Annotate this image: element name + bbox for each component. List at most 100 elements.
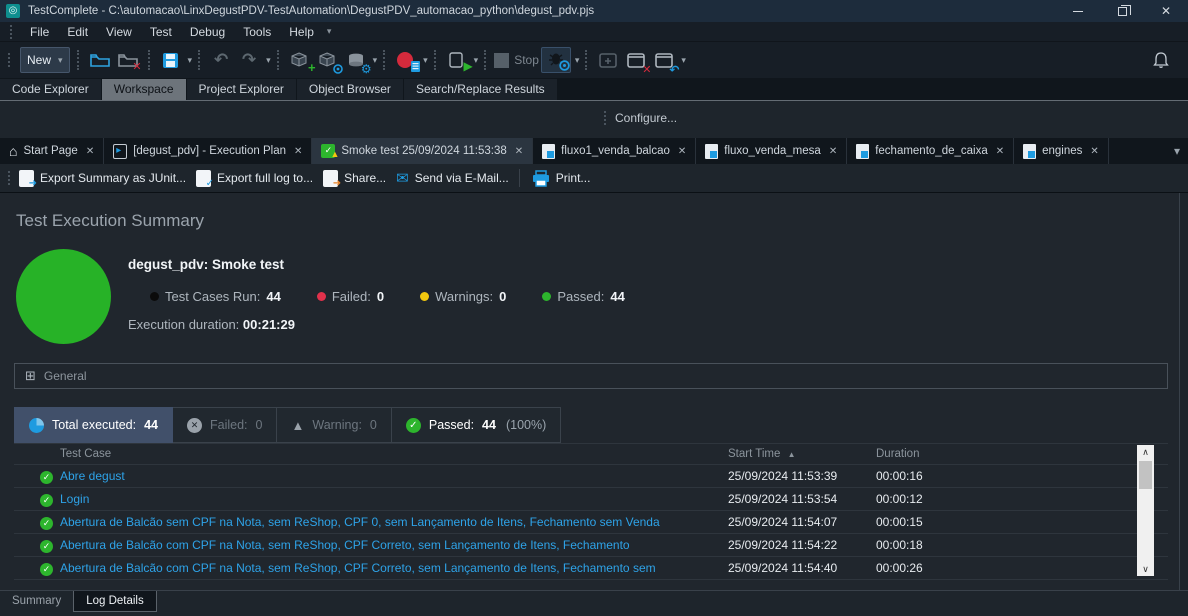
debug-button[interactable]	[541, 47, 571, 73]
test-case-link[interactable]: ✓Login	[14, 492, 728, 506]
new-button-label: New	[27, 53, 51, 67]
menu-edit[interactable]: Edit	[58, 23, 97, 41]
close-icon[interactable]: ✕	[678, 146, 686, 157]
run-doc-icon	[449, 52, 464, 69]
undo-icon: ↶	[669, 63, 679, 77]
column-test-case[interactable]: Test Case	[14, 448, 728, 460]
save-dropdown-caret[interactable]: ▾	[188, 55, 193, 66]
map-object-button[interactable]	[315, 47, 341, 73]
configure-link[interactable]: Configure...	[604, 111, 677, 125]
table-row[interactable]: ✓Abertura de Balcão com CPF na Nota, sem…	[14, 534, 1168, 557]
menu-file[interactable]: File	[21, 23, 58, 41]
filter-tab-total[interactable]: Total executed: 44	[14, 407, 173, 443]
results-dropdown-caret[interactable]: ▾	[423, 55, 428, 66]
column-duration[interactable]: Duration	[876, 448, 1026, 460]
scroll-up-icon[interactable]: ∧	[1142, 445, 1149, 459]
table-row[interactable]: ✓Login 25/09/2024 11:53:54 00:00:12	[14, 488, 1168, 511]
test-case-link[interactable]: ✓Abertura de Balcão com CPF na Nota, sem…	[14, 538, 728, 552]
data-dropdown-caret[interactable]: ▾	[373, 55, 378, 66]
menu-overflow-caret[interactable]: ▾	[323, 26, 336, 37]
results-button[interactable]	[393, 47, 419, 73]
data-generator-button[interactable]: ⚙	[343, 47, 369, 73]
close-window-button[interactable]: ✕	[623, 47, 649, 73]
configure-row: Configure...	[0, 102, 1188, 138]
menu-tools[interactable]: Tools	[234, 23, 280, 41]
close-button[interactable]: ✕	[1144, 0, 1188, 22]
close-icon[interactable]: ✕	[1090, 146, 1098, 157]
doc-tab-engines[interactable]: engines ✕	[1014, 138, 1109, 164]
table-row[interactable]: ✓Abre degust 25/09/2024 11:53:39 00:00:1…	[14, 465, 1168, 488]
tab-summary[interactable]: Summary	[0, 591, 73, 611]
close-icon[interactable]: ✕	[86, 146, 94, 157]
tab-project-explorer[interactable]: Project Explorer	[187, 79, 296, 100]
menu-view[interactable]: View	[97, 23, 141, 41]
duration-cell: 00:00:26	[876, 561, 1026, 575]
save-button[interactable]	[158, 47, 184, 73]
doc-tab-smoke-test-log[interactable]: ✓ Smoke test 25/09/2024 11:53:38 ✕	[312, 138, 533, 164]
minimize-button[interactable]	[1056, 0, 1100, 22]
restore-layout-button[interactable]: ↶	[651, 47, 677, 73]
notifications-button[interactable]	[1152, 51, 1170, 70]
filter-tab-failed[interactable]: ✕ Failed: 0	[173, 407, 277, 443]
tab-search-replace-results[interactable]: Search/Replace Results	[404, 79, 557, 100]
window-dropdown-caret[interactable]: ▾	[681, 55, 686, 66]
table-row[interactable]: ✓Abertura de Balcão com CPF na Nota, sem…	[14, 557, 1168, 580]
window-title: TestComplete - C:\automacao\LinxDegustPD…	[28, 5, 594, 17]
test-case-link[interactable]: ✓Abertura de Balcão sem CPF na Nota, sem…	[14, 515, 728, 529]
new-button[interactable]: New ▾	[20, 47, 70, 73]
tab-object-browser[interactable]: Object Browser	[297, 79, 403, 100]
doc-tab-fluxo-venda-mesa[interactable]: fluxo_venda_mesa ✕	[696, 138, 847, 164]
add-item-button[interactable]: +	[287, 47, 313, 73]
filter-tab-passed[interactable]: ✓ Passed: 44 (100%)	[392, 407, 561, 443]
redo-dropdown-caret[interactable]: ▾	[266, 55, 271, 66]
doc-tab-fechamento-de-caixa[interactable]: fechamento_de_caixa ✕	[847, 138, 1014, 164]
menu-debug[interactable]: Debug	[181, 23, 234, 41]
expand-icon[interactable]: ⊞	[25, 368, 36, 384]
close-icon[interactable]: ✕	[829, 146, 837, 157]
page-title: Test Execution Summary	[16, 211, 204, 231]
scrollbar-thumb[interactable]	[1139, 461, 1152, 489]
menu-test[interactable]: Test	[141, 23, 181, 41]
vertical-scrollbar[interactable]: ∧ ∨	[1137, 445, 1154, 576]
close-icon[interactable]: ✕	[294, 146, 302, 157]
doc-tab-execution-plan[interactable]: [degust_pdv] - Execution Plan ✕	[104, 138, 312, 164]
close-icon[interactable]: ✕	[996, 146, 1004, 157]
close-icon[interactable]: ✕	[515, 146, 523, 157]
test-case-link[interactable]: ✓Abertura de Balcão com CPF na Nota, sem…	[14, 561, 728, 575]
check-icon: ✓	[206, 179, 214, 189]
test-case-name: Abertura de Balcão com CPF na Nota, sem …	[60, 561, 656, 575]
share-icon: ➜	[323, 170, 338, 187]
doc-tab-start-page[interactable]: ⌂ Start Page ✕	[0, 138, 104, 164]
test-case-link[interactable]: ✓Abre degust	[14, 469, 728, 483]
passed-check-icon: ✓	[40, 517, 53, 530]
filter-label: Passed:	[429, 418, 474, 432]
tab-workspace[interactable]: Workspace	[102, 79, 186, 100]
table-row[interactable]: ✓Abertura de Balcão sem CPF na Nota, sem…	[14, 511, 1168, 534]
export-summary-junit-button[interactable]: ➜ Export Summary as JUnit...	[19, 170, 186, 187]
menu-help[interactable]: Help	[280, 23, 323, 41]
toolbar-separator	[434, 50, 437, 70]
share-button[interactable]: ➜ Share...	[323, 170, 386, 187]
configure-label: Configure...	[615, 111, 677, 125]
redo-button[interactable]: ↷	[236, 47, 262, 73]
print-button[interactable]: Print...	[532, 170, 591, 187]
tab-list-dropdown[interactable]: ▾	[1174, 144, 1188, 158]
send-email-button[interactable]: ✉ Send via E-Mail...	[396, 169, 509, 187]
test-run-title: degust_pdv: Smoke test	[128, 257, 284, 272]
filter-tab-warning[interactable]: ▲ Warning: 0	[277, 407, 391, 443]
stat-value: 44	[610, 289, 624, 304]
run-dropdown-caret[interactable]: ▾	[474, 55, 479, 66]
column-start-time[interactable]: Start Time ▲	[728, 448, 876, 460]
general-section-header[interactable]: ⊞ General	[14, 363, 1168, 389]
run-button[interactable]: ▶	[444, 47, 470, 73]
undo-button[interactable]: ↶	[208, 47, 234, 73]
tab-log-details[interactable]: Log Details	[73, 591, 157, 612]
debug-dropdown-caret[interactable]: ▾	[575, 55, 580, 66]
close-file-button[interactable]: ✕	[115, 47, 141, 73]
export-full-log-button[interactable]: ✓ Export full log to...	[196, 170, 313, 187]
restore-button[interactable]	[1100, 0, 1144, 22]
scroll-down-icon[interactable]: ∨	[1142, 562, 1149, 576]
doc-tab-fluxo1-venda-balcao[interactable]: fluxo1_venda_balcao ✕	[533, 138, 696, 164]
open-file-button[interactable]	[87, 47, 113, 73]
tab-code-explorer[interactable]: Code Explorer	[0, 79, 101, 100]
